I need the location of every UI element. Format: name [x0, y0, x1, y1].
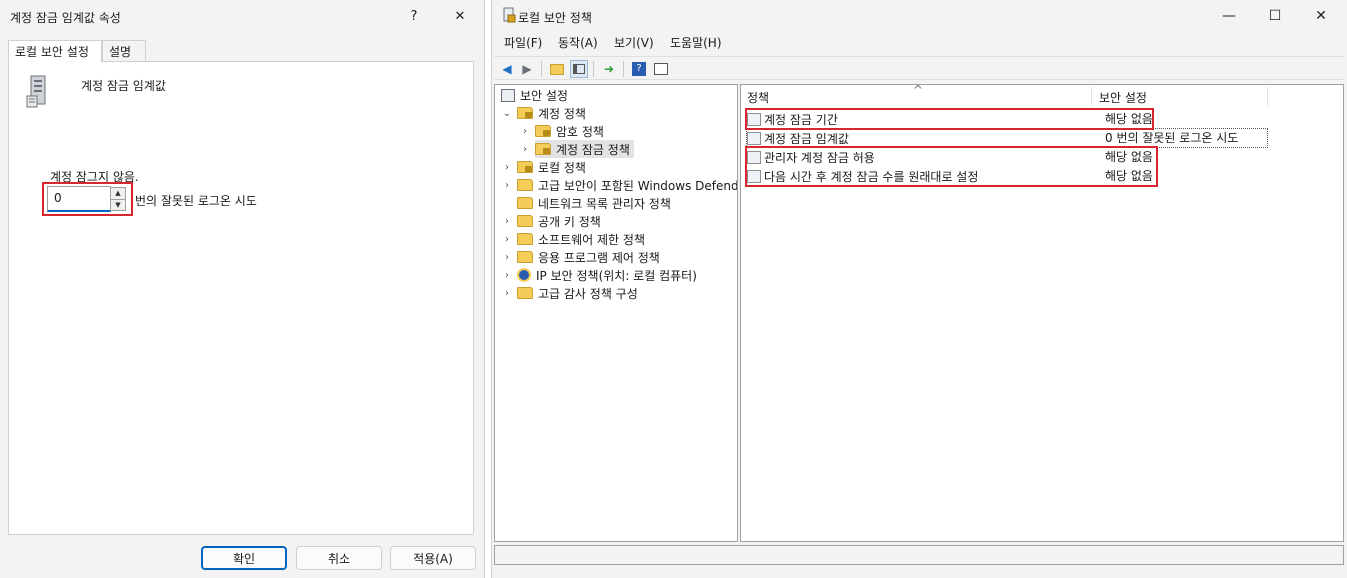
chevron-right-icon[interactable]: ›: [501, 270, 513, 281]
folder-icon: [517, 287, 533, 299]
chevron-right-icon[interactable]: ›: [501, 180, 513, 191]
toolbar: ◀ ▶ ➜ ?: [494, 56, 1344, 80]
cancel-button[interactable]: 취소: [296, 546, 382, 570]
forward-icon[interactable]: ▶: [518, 60, 536, 78]
tab-explain[interactable]: 설명: [102, 40, 146, 62]
tree-item-network-list[interactable]: 네트워크 목록 관리자 정책: [501, 194, 671, 212]
chevron-right-icon[interactable]: ›: [501, 252, 513, 263]
menu-file[interactable]: 파일(F): [504, 34, 542, 51]
policy-list-pane: ^ 정책 보안 설정 계정 잠금 기간 해당 없음 계정 잠금 임계값 0 번의…: [740, 84, 1344, 542]
column-header-security-setting[interactable]: 보안 설정: [1099, 89, 1147, 106]
tree-item-password-policy[interactable]: › 암호 정책: [519, 122, 604, 140]
threshold-input[interactable]: 0: [47, 186, 111, 212]
tree-item-account-policies[interactable]: ⌄ 계정 정책: [501, 104, 586, 122]
back-icon[interactable]: ◀: [498, 60, 516, 78]
maximize-button[interactable]: ☐: [1252, 2, 1298, 30]
locked-folder-icon: [535, 125, 551, 137]
local-security-policy-window: 로컬 보안 정책 — ☐ ✕ 파일(F) 동작(A) 보기(V) 도움말(H) …: [491, 0, 1347, 578]
minimize-button[interactable]: —: [1206, 2, 1252, 30]
menu-view[interactable]: 보기(V): [614, 34, 654, 51]
tree-item-account-lockout-policy[interactable]: › 계정 잠금 정책: [519, 140, 634, 158]
folder-icon: [517, 233, 533, 245]
locked-folder-icon: [517, 161, 533, 173]
stepper-up-icon[interactable]: ▲: [111, 188, 125, 199]
properties-icon[interactable]: [652, 60, 670, 78]
chevron-right-icon[interactable]: ›: [501, 216, 513, 227]
locked-folder-icon: [535, 143, 551, 155]
show-hide-tree-icon[interactable]: [570, 60, 588, 78]
tree-item-public-key[interactable]: › 공개 키 정책: [501, 212, 601, 230]
help-icon[interactable]: ?: [630, 60, 648, 78]
chevron-right-icon[interactable]: ›: [519, 126, 531, 137]
up-folder-icon[interactable]: [548, 60, 566, 78]
threshold-stepper[interactable]: ▲ ▼: [110, 187, 126, 211]
tree-pane: 보안 설정 ⌄ 계정 정책 › 암호 정책 › 계정 잠금 정책 › 로컬 정책…: [494, 84, 738, 542]
security-settings-icon: [501, 88, 515, 102]
folder-icon: [517, 197, 533, 209]
tab-local-security-setting[interactable]: 로컬 보안 설정: [8, 40, 102, 63]
menu-action[interactable]: 동작(A): [558, 34, 598, 51]
column-header-policy[interactable]: 정책: [747, 89, 769, 106]
properties-dialog: 계정 잠금 임계값 속성 ? ✕ 로컬 보안 설정 설명 계정 잠금 임계값 계…: [0, 0, 485, 578]
policy-row-selected[interactable]: 계정 잠금 임계값 0 번의 잘못된 로그온 시도: [746, 128, 1268, 148]
status-bar: [494, 545, 1344, 565]
dialog-title: 계정 잠금 임계값 속성: [10, 11, 121, 25]
tree-item-security-settings[interactable]: 보안 설정: [501, 86, 568, 104]
sort-indicator-icon: ^: [913, 84, 924, 97]
tab-panel: 계정 잠금 임계값 계정 잠그지 않음. 0 ▲ ▼ 번의 잘못된 로그온 시도: [8, 61, 474, 535]
close-button[interactable]: ✕: [446, 4, 474, 28]
highlight-box-other-policies: [745, 146, 1158, 187]
security-policy-app-icon: [503, 7, 516, 23]
help-button[interactable]: ?: [400, 4, 428, 28]
apply-button[interactable]: 적용(A): [390, 546, 476, 570]
tree-item-local-policies[interactable]: › 로컬 정책: [501, 158, 586, 176]
chevron-right-icon[interactable]: ›: [501, 288, 513, 299]
chevron-right-icon[interactable]: ›: [501, 234, 513, 245]
window-title: 로컬 보안 정책: [518, 11, 592, 25]
locked-folder-icon: [517, 107, 533, 119]
stepper-down-icon[interactable]: ▼: [111, 199, 125, 210]
policy-setting-icon: [747, 131, 761, 145]
folder-icon: [517, 251, 533, 263]
threshold-suffix-label: 번의 잘못된 로그온 시도: [135, 194, 257, 208]
tree-item-advanced-audit[interactable]: › 고급 감사 정책 구성: [501, 284, 638, 302]
tree-item-ip-security[interactable]: › IP 보안 정책(위치: 로컬 컴퓨터): [501, 266, 697, 284]
policy-name: 계정 잠금 임계값: [81, 79, 166, 93]
ok-button[interactable]: 확인: [201, 546, 287, 570]
chevron-right-icon[interactable]: ›: [501, 162, 513, 173]
window-close-button[interactable]: ✕: [1298, 2, 1344, 30]
server-icon: [26, 75, 46, 108]
folder-icon: [517, 215, 533, 227]
folder-icon: [517, 179, 533, 191]
export-list-icon[interactable]: ➜: [600, 60, 618, 78]
tree-item-windows-defender[interactable]: › 고급 보안이 포함된 Windows Defender: [501, 176, 737, 194]
chevron-right-icon[interactable]: ›: [519, 144, 531, 155]
chevron-down-icon[interactable]: ⌄: [501, 108, 513, 119]
ip-security-icon: [517, 268, 531, 282]
highlight-box-lockout-duration: [745, 108, 1154, 130]
tree-item-app-control[interactable]: › 응용 프로그램 제어 정책: [501, 248, 660, 266]
menu-help[interactable]: 도움말(H): [670, 34, 722, 51]
tree-item-software-restriction[interactable]: › 소프트웨어 제한 정책: [501, 230, 645, 248]
